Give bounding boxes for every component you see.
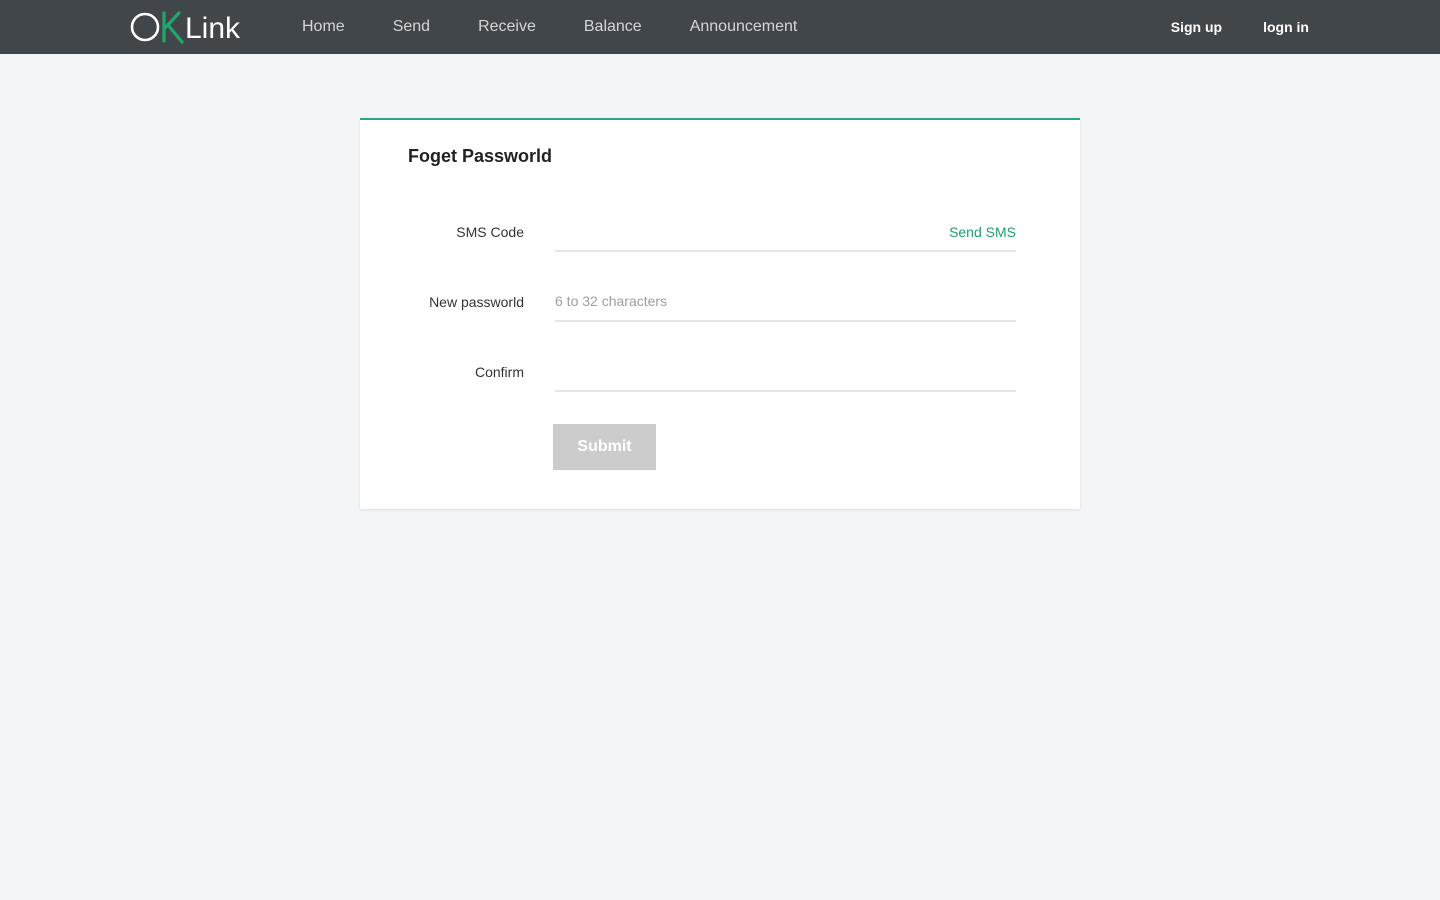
sms-code-field-wrapper: Send SMS [555, 212, 1016, 252]
new-password-input[interactable] [555, 282, 1016, 320]
main-nav: Home Send Receive Balance Announcement [302, 0, 845, 54]
logo-wordmark: Link [185, 12, 241, 45]
send-sms-link[interactable]: Send SMS [949, 224, 1016, 240]
sms-code-input[interactable] [555, 212, 1016, 250]
new-password-field-wrapper [555, 282, 1016, 322]
confirm-password-row: Confirm [360, 352, 1080, 392]
confirm-password-field-wrapper [555, 352, 1016, 392]
oklink-logo[interactable]: Link [130, 8, 246, 46]
new-password-row: New passworld [360, 282, 1080, 322]
top-navbar: Link Home Send Receive Balance Announcem… [0, 0, 1440, 54]
nav-send[interactable]: Send [393, 18, 430, 36]
nav-home[interactable]: Home [302, 18, 345, 36]
sms-code-label: SMS Code [456, 224, 524, 240]
confirm-password-label: Confirm [474, 364, 524, 380]
sms-code-row: SMS Code Send SMS [360, 212, 1080, 252]
confirm-password-input[interactable] [555, 352, 1016, 390]
login-link[interactable]: logn in [1263, 19, 1309, 35]
nav-announcement[interactable]: Announcement [690, 18, 798, 36]
auth-links: Sign up logn in [1130, 0, 1309, 54]
nav-receive[interactable]: Receive [478, 18, 536, 36]
forgot-password-card: Foget Passworld SMS Code Send SMS New pa… [360, 118, 1080, 509]
new-password-label: New passworld [429, 294, 524, 310]
nav-balance[interactable]: Balance [584, 18, 642, 36]
signup-link[interactable]: Sign up [1171, 19, 1222, 35]
oklink-logo-mark: Link [130, 11, 241, 45]
submit-button[interactable]: Submit [553, 424, 656, 470]
page-title: Foget Passworld [408, 146, 553, 166]
